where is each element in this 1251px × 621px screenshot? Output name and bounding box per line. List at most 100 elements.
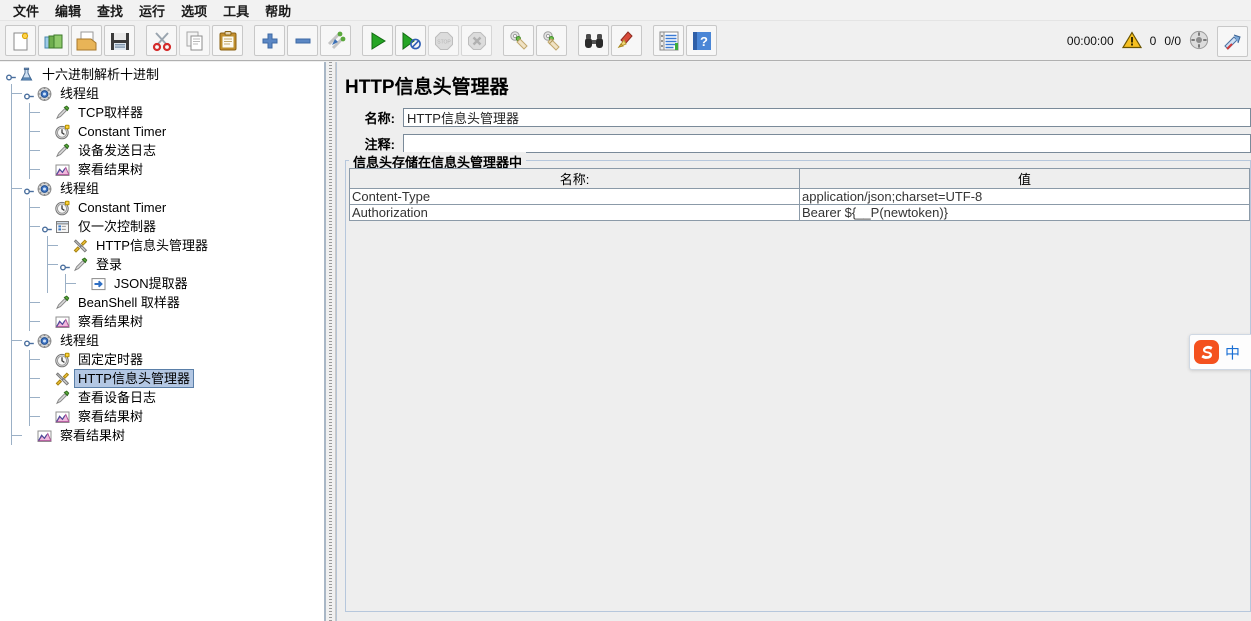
toolbar-status: 00:00:00 0 0/0 xyxy=(1067,21,1209,61)
tree-indent xyxy=(0,122,42,141)
copy-button[interactable] xyxy=(179,25,210,56)
tree-node[interactable]: 查看设备日志 xyxy=(0,388,324,407)
tree-node[interactable]: Constant Timer xyxy=(0,198,324,217)
tree-expand-handle[interactable] xyxy=(24,88,35,100)
split-divider-grip xyxy=(329,62,332,621)
tree-node[interactable]: HTTP信息头管理器 xyxy=(0,236,324,255)
tree-node[interactable]: Constant Timer xyxy=(0,122,324,141)
tree-expand-handle[interactable] xyxy=(6,69,17,81)
tree-indent xyxy=(0,274,78,293)
menu-options[interactable]: 选项 xyxy=(174,0,214,21)
tree-indent xyxy=(0,84,24,103)
tree-node[interactable]: 察看结果树 xyxy=(0,312,324,331)
start-button[interactable] xyxy=(362,25,393,56)
remote-status-icon[interactable] xyxy=(1189,30,1209,53)
start-no-pauses-button[interactable] xyxy=(395,25,426,56)
warning-triangle-icon[interactable] xyxy=(1121,30,1142,52)
tree-node[interactable]: BeanShell 取样器 xyxy=(0,293,324,312)
tree-node-label: HTTP信息头管理器 xyxy=(96,238,208,253)
menu-edit[interactable]: 编辑 xyxy=(48,0,88,21)
table-cell[interactable]: application/json;charset=UTF-8 xyxy=(799,188,1250,205)
collapse-all-button[interactable] xyxy=(287,25,318,56)
headers-table-wrap[interactable]: 名称: 值 Content-Type application/json;charset… xyxy=(349,168,1250,609)
tree-leaf-spacer xyxy=(42,392,53,403)
new-document-button[interactable] xyxy=(5,25,36,56)
table-cell[interactable]: Authorization xyxy=(349,204,800,221)
tree-node[interactable]: 仅一次控制器 xyxy=(0,217,324,236)
function-helper-button[interactable] xyxy=(653,25,684,56)
scissor-tool-button[interactable] xyxy=(1217,26,1248,57)
name-input[interactable] xyxy=(403,108,1251,127)
tree-indent xyxy=(0,198,42,217)
tree-expand-handle[interactable] xyxy=(42,221,53,233)
tree-node[interactable]: 察看结果树 xyxy=(0,426,324,445)
toggle-button[interactable] xyxy=(320,25,351,56)
tree-expand-handle[interactable] xyxy=(24,335,35,347)
search-button[interactable] xyxy=(578,25,609,56)
split-divider[interactable] xyxy=(325,62,336,621)
tree-leaf-spacer xyxy=(42,316,53,327)
tree-node[interactable]: 固定定时器 xyxy=(0,350,324,369)
table-column-header[interactable]: 值 xyxy=(799,168,1250,189)
menu-search[interactable]: 查找 xyxy=(90,0,130,21)
menu-file[interactable]: 文件 xyxy=(6,0,46,21)
tree-node[interactable]: 察看结果树 xyxy=(0,160,324,179)
table-row[interactable]: Authorization Bearer ${__P(newtoken)} xyxy=(349,204,1250,221)
table-cell[interactable]: Content-Type xyxy=(349,188,800,205)
element-config-panel: HTTP信息头管理器 名称: 注释: 信息头存储在信息头管理器中 名称:值Con… xyxy=(336,62,1251,621)
help-button[interactable]: ? xyxy=(686,25,717,56)
tree-indent xyxy=(0,255,60,274)
clear-button[interactable] xyxy=(503,25,534,56)
table-cell[interactable]: Bearer ${__P(newtoken)} xyxy=(799,204,1250,221)
headers-table[interactable]: 名称: 值 Content-Type application/json;charset… xyxy=(349,168,1250,221)
tree-node[interactable]: 登录 xyxy=(0,255,324,274)
menu-help[interactable]: 帮助 xyxy=(258,0,298,21)
paste-button[interactable] xyxy=(212,25,243,56)
tree-indent xyxy=(0,103,42,122)
comment-input[interactable] xyxy=(403,134,1251,153)
header-manager-icon xyxy=(53,370,71,387)
tree-leaf-spacer xyxy=(60,240,71,251)
tree-node[interactable]: HTTP信息头管理器 xyxy=(0,369,324,388)
function-helper-icon xyxy=(658,30,680,52)
sampler-icon xyxy=(53,142,71,159)
tree-node[interactable]: TCP取样器 xyxy=(0,103,324,122)
open-button[interactable] xyxy=(71,25,102,56)
test-plan-tree-panel[interactable]: 十六进制解析十进制 线程组 TCP取样器 Constant Timer 设备发送日志 察看… xyxy=(0,62,325,621)
name-row: 名称: xyxy=(343,108,1251,127)
tree-node[interactable]: 察看结果树 xyxy=(0,407,324,426)
stop-icon: STOP xyxy=(433,30,455,52)
menu-bar: 文件 编辑 查找 运行 选项 工具 帮助 xyxy=(0,0,1251,21)
sogou-ime-floating-bar[interactable]: 中 xyxy=(1189,334,1251,370)
tree-indent xyxy=(0,426,24,445)
tree-leaf-spacer xyxy=(42,354,53,365)
headers-group: 信息头存储在信息头管理器中 名称: 值 Content-Type applicatio… xyxy=(345,152,1251,612)
tree-expand-handle[interactable] xyxy=(60,259,71,271)
reset-search-button[interactable] xyxy=(611,25,642,56)
tree-node[interactable]: 十六进制解析十进制 xyxy=(0,65,324,84)
ime-mode-label[interactable]: 中 xyxy=(1225,342,1240,363)
tree-node[interactable]: 线程组 xyxy=(0,331,324,350)
sogou-logo-icon[interactable] xyxy=(1192,337,1222,367)
tree-node-label: 固定定时器 xyxy=(78,352,144,367)
thread-counter: 0/0 xyxy=(1164,34,1181,48)
cut-button[interactable] xyxy=(146,25,177,56)
copy-pages-icon xyxy=(184,30,206,52)
menu-tools[interactable]: 工具 xyxy=(216,0,256,21)
tree-node[interactable]: 设备发送日志 xyxy=(0,141,324,160)
save-button[interactable] xyxy=(104,25,135,56)
tree-node[interactable]: 线程组 xyxy=(0,84,324,103)
tree-node[interactable]: 线程组 xyxy=(0,179,324,198)
tree-node[interactable]: JSON提取器 xyxy=(0,274,324,293)
clear-all-button[interactable] xyxy=(536,25,567,56)
tree-indent xyxy=(0,388,42,407)
table-row[interactable]: Content-Type application/json;charset=UTF… xyxy=(349,188,1250,205)
tree-indent xyxy=(0,160,42,179)
menu-run[interactable]: 运行 xyxy=(132,0,172,21)
tree-expand-handle[interactable] xyxy=(24,183,35,195)
expand-all-button[interactable] xyxy=(254,25,285,56)
templates-button[interactable] xyxy=(38,25,69,56)
tree-node-label: 察看结果树 xyxy=(78,314,144,329)
test-plan-tree[interactable]: 十六进制解析十进制 线程组 TCP取样器 Constant Timer 设备发送日志 察看… xyxy=(0,62,324,445)
table-column-header[interactable]: 名称: xyxy=(349,168,800,189)
